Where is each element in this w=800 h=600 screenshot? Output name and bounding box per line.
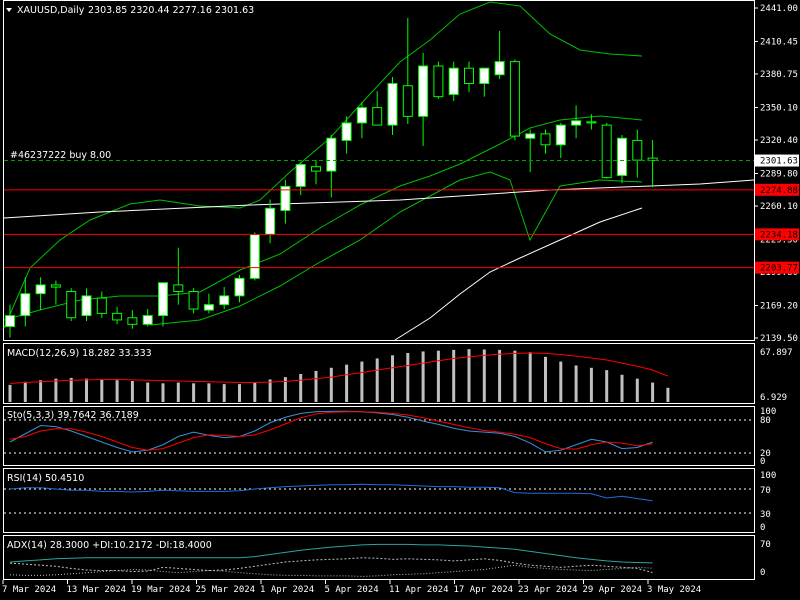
bull-candle bbox=[20, 293, 31, 317]
bull-candle bbox=[295, 164, 306, 187]
date-tick-label: 7 Mar 2024 bbox=[2, 585, 56, 595]
bear-candle bbox=[66, 290, 77, 319]
bull-candle bbox=[142, 315, 153, 325]
bull-candle bbox=[479, 67, 490, 85]
bear-candle bbox=[433, 65, 444, 98]
bear-candle bbox=[188, 290, 199, 310]
moving-average-line bbox=[394, 207, 643, 341]
price-tick-label: 2139.50 bbox=[760, 334, 798, 344]
rsi-tick-label: 70 bbox=[760, 486, 771, 496]
bear-candle bbox=[96, 297, 107, 314]
date-tick-label: 3 May 2024 bbox=[647, 585, 701, 595]
trading-chart-window[interactable]: 2441.00 2410.45 2380.75 2350.10 2320.40 2289.… bbox=[0, 0, 800, 600]
bull-candle bbox=[203, 304, 214, 311]
bear-candle bbox=[402, 85, 413, 117]
date-tick-label: 17 Apr 2024 bbox=[454, 585, 514, 595]
stochastic-tick-label: 0 bbox=[760, 457, 765, 467]
date-tick-label: 11 Apr 2024 bbox=[389, 585, 449, 595]
date-tick-label: 29 Apr 2024 bbox=[583, 585, 643, 595]
bear-candle bbox=[311, 166, 321, 172]
bull-candle bbox=[81, 295, 92, 317]
bull-candle bbox=[356, 107, 367, 124]
horizontal-levels[interactable]: 2301.63 2274.88 2234.18 2203.77 bbox=[4, 154, 799, 274]
adx-tick-label: 70 bbox=[760, 540, 771, 550]
bull-candle bbox=[158, 282, 168, 317]
bear-candle bbox=[540, 133, 551, 146]
bear-candle bbox=[586, 121, 597, 124]
rsi-tick-label: 30 bbox=[760, 510, 771, 520]
date-tick-label: 5 Apr 2024 bbox=[325, 585, 379, 595]
date-tick-label: 1 Apr 2024 bbox=[260, 585, 314, 595]
macd-tick-label: 67.897 bbox=[760, 348, 793, 358]
stochastic-label: Sto(5,3,3) 39.7642 36.7189 bbox=[7, 410, 139, 421]
main-price-panel[interactable] bbox=[3, 0, 755, 341]
bull-candle bbox=[387, 83, 398, 126]
bear-candle bbox=[372, 107, 383, 126]
trendline bbox=[3, 179, 755, 219]
bull-candle bbox=[326, 137, 337, 172]
price-tick-label: 2350.10 bbox=[760, 103, 798, 113]
bear-candle bbox=[509, 61, 520, 137]
bear-candle bbox=[173, 284, 184, 292]
date-tick-label: 19 Mar 2024 bbox=[131, 585, 191, 595]
price-tick-label: 2260.10 bbox=[760, 202, 798, 212]
ohlc-readout: 2303.85 2320.44 2277.16 2301.63 bbox=[88, 5, 254, 16]
bull-candle bbox=[418, 65, 429, 117]
bear-candle bbox=[127, 317, 138, 325]
bull-candle bbox=[448, 67, 459, 95]
bear-candle bbox=[601, 124, 612, 179]
rsi-line bbox=[9, 483, 653, 502]
adx-label: ADX(14) 28.3000 +DI:10.2172 -DI:18.4000 bbox=[7, 540, 212, 551]
bull-candle bbox=[494, 61, 505, 76]
date-tick-label: 25 Mar 2024 bbox=[196, 585, 256, 595]
bear-candle bbox=[112, 312, 123, 321]
level-price-label: 2234.18 bbox=[760, 230, 798, 240]
rsi-panel[interactable] bbox=[3, 468, 755, 533]
price-tick-label: 2380.75 bbox=[760, 70, 798, 80]
order-label[interactable]: #46237222 buy 8.00 bbox=[10, 150, 111, 161]
bull-candle bbox=[265, 207, 276, 236]
date-tick-label: 13 Mar 2024 bbox=[67, 585, 127, 595]
price-tick-label: 2320.40 bbox=[760, 136, 798, 146]
date-axis: 7 Mar 2024 13 Mar 2024 19 Mar 2024 25 Mar 2… bbox=[2, 580, 701, 595]
level-price-label: 2203.77 bbox=[760, 264, 798, 274]
bear-candle bbox=[50, 284, 61, 288]
adx-plus-di-line bbox=[9, 557, 653, 574]
bollinger-upper-band bbox=[3, 1, 643, 329]
bull-candle bbox=[341, 122, 352, 141]
triangle-down-icon[interactable] bbox=[6, 8, 12, 12]
macd-label: MACD(12,26,9) 18.282 33.333 bbox=[7, 348, 152, 359]
stochastic-tick-label: 80 bbox=[760, 416, 771, 426]
bear-candle bbox=[464, 67, 474, 85]
adx-tick-label: 0 bbox=[760, 568, 765, 578]
rsi-label: RSI(14) 50.4510 bbox=[7, 473, 84, 484]
indicator-overlays bbox=[3, 1, 755, 341]
bull-candle bbox=[5, 315, 15, 328]
bull-candle bbox=[525, 133, 536, 139]
bull-candle bbox=[35, 284, 46, 295]
symbol-timeframe: XAUUSD,Daily bbox=[17, 5, 85, 16]
level-price-label: 2274.88 bbox=[760, 186, 798, 196]
price-tick-label: 2410.45 bbox=[760, 37, 798, 47]
bull-candle bbox=[555, 124, 566, 146]
bollinger-middle-band bbox=[3, 115, 643, 321]
price-axis: 2441.00 2410.45 2380.75 2350.10 2320.40 2289.… bbox=[754, 4, 798, 344]
bull-candle bbox=[617, 137, 627, 176]
current-price-label: 2301.63 bbox=[760, 157, 798, 167]
bear-candle bbox=[632, 139, 643, 161]
bull-candle bbox=[571, 120, 582, 126]
price-tick-label: 2441.00 bbox=[760, 4, 798, 14]
rsi-tick-label: 0 bbox=[760, 523, 765, 533]
bull-candle bbox=[234, 277, 245, 297]
price-tick-label: 2289.80 bbox=[760, 169, 798, 179]
date-tick-label: 23 Apr 2024 bbox=[518, 585, 578, 595]
price-tick-label: 2169.20 bbox=[760, 301, 798, 311]
rsi-tick-label: 100 bbox=[760, 471, 776, 481]
candlestick-series bbox=[5, 17, 658, 338]
bull-candle bbox=[249, 234, 260, 279]
bull-candle bbox=[219, 295, 230, 306]
macd-tick-label: 6.929 bbox=[760, 393, 787, 403]
